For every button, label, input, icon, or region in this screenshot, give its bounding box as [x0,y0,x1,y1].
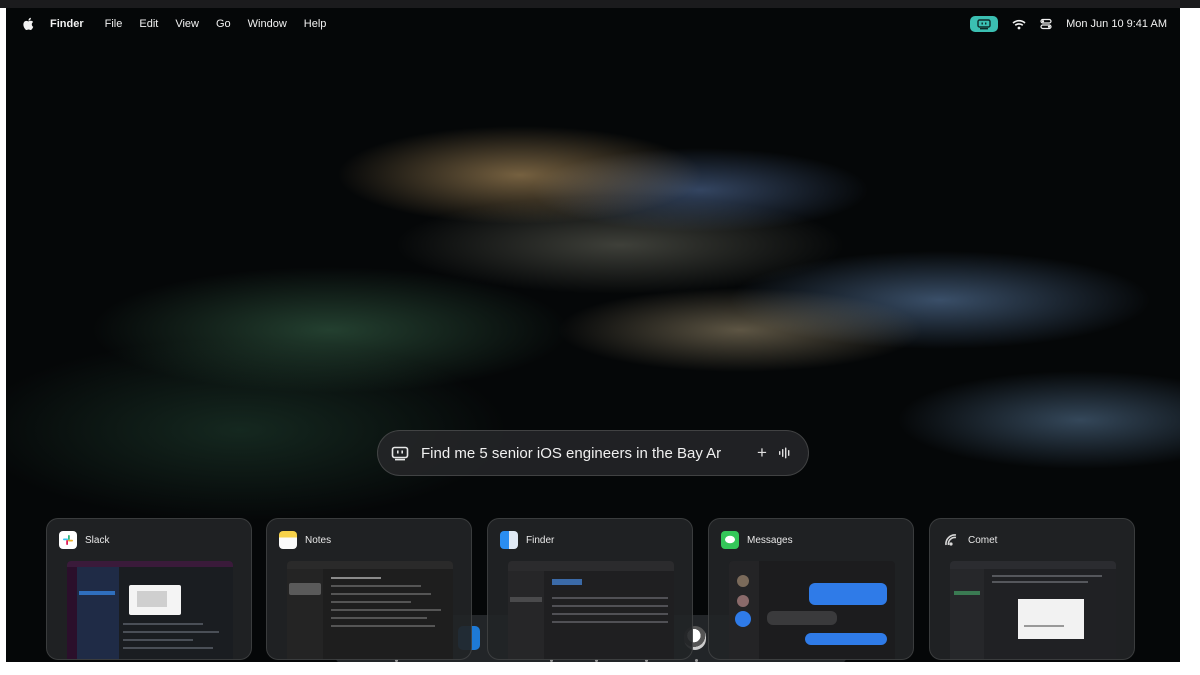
app-card-title: Finder [526,534,555,546]
app-card-title: Comet [968,534,998,546]
desktop-wallpaper: Finder File Edit View Go Window Help Mon… [0,0,1200,675]
app-card-slack[interactable]: Slack [46,518,252,660]
slack-icon [59,531,77,549]
plus-icon[interactable]: + [752,443,772,463]
window-thumbnail [67,561,233,659]
app-card-title: Notes [305,534,332,546]
menu-view[interactable]: View [175,18,199,30]
control-center-icon[interactable] [1040,18,1052,30]
window-thumbnail [729,561,895,659]
window-thumbnail [950,561,1116,659]
screen-agent-icon [977,18,991,29]
app-card-title: Messages [747,534,793,546]
app-card-finder[interactable]: Finder [487,518,693,660]
screen-border-right [1180,8,1200,662]
menu-edit[interactable]: Edit [139,18,158,30]
top-edge-strip [0,0,1200,8]
menu-help[interactable]: Help [304,18,327,30]
finder-icon [500,531,518,549]
screen-border-left [0,8,6,662]
app-card-notes[interactable]: Notes [266,518,472,660]
waveform-icon[interactable] [778,447,792,459]
apple-logo-icon[interactable] [22,17,34,31]
menu-file[interactable]: File [105,18,123,30]
app-card-title: Slack [85,534,110,546]
screen-border-bottom [0,662,1200,675]
screen-agent-status-button[interactable] [970,16,999,32]
prompt-input[interactable] [421,444,744,462]
notes-icon [279,531,297,549]
app-card-messages[interactable]: Messages [708,518,914,660]
menu-go[interactable]: Go [216,18,231,30]
messages-icon [721,531,739,549]
window-thumbnail [287,561,453,659]
menu-window[interactable]: Window [248,18,287,30]
screen-agent-icon [391,446,409,461]
comet-icon [942,531,960,549]
menu-bar: Finder File Edit View Go Window Help Mon… [0,12,1200,36]
app-card-comet[interactable]: Comet [929,518,1135,660]
wifi-icon[interactable] [1012,19,1026,30]
window-thumbnail [508,561,674,659]
menu-finder[interactable]: Finder [50,18,84,30]
assistant-prompt-bar[interactable]: + [377,430,809,476]
menu-clock[interactable]: Mon Jun 10 9:41 AM [1066,18,1167,30]
